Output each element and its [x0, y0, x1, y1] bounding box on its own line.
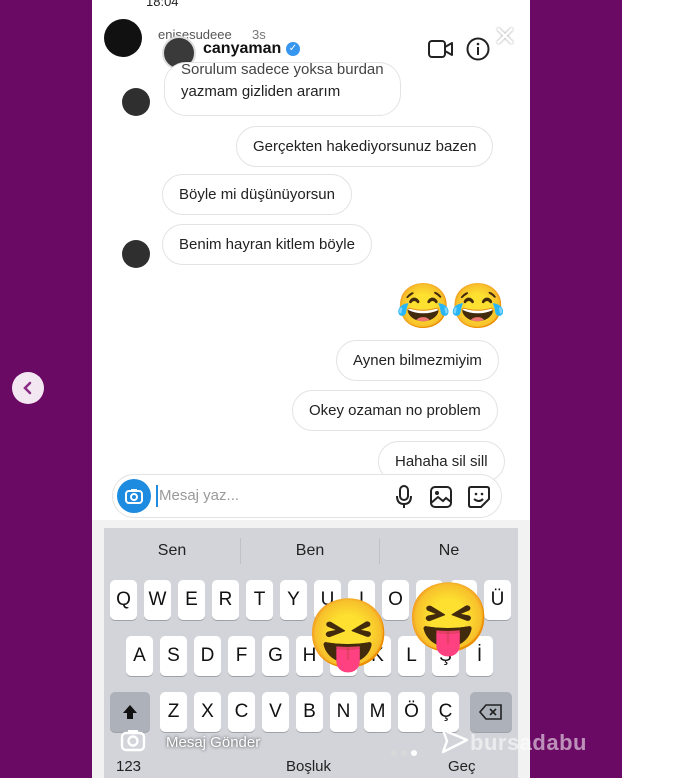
message-text: Okey ozaman no problem [309, 402, 481, 419]
key[interactable]: D [194, 636, 221, 676]
story-avatar [104, 19, 142, 57]
key[interactable]: W [144, 580, 171, 620]
key[interactable]: Q [110, 580, 137, 620]
phone-screenshot: 18:04 enisesudeee 3s ✕ canyaman ✓ Sorulu… [92, 0, 530, 778]
dm-username[interactable]: canyaman [203, 40, 281, 58]
backspace-key[interactable] [470, 692, 512, 732]
message-input[interactable]: Mesaj yaz... [159, 487, 239, 504]
message-bubble: Böyle mi düşünüyorsun [162, 174, 352, 215]
microphone-icon[interactable] [395, 485, 413, 509]
status-time: 18:04 [146, 0, 179, 9]
message-text: Benim hayran kitlem böyle [179, 236, 355, 253]
key[interactable]: R [212, 580, 239, 620]
message-bubble: Benim hayran kitlem böyle [162, 224, 372, 265]
return-key[interactable]: Geç [448, 758, 476, 775]
gallery-icon[interactable] [429, 485, 453, 509]
camera-button[interactable] [117, 479, 151, 513]
backspace-icon [479, 704, 502, 720]
page-margin [622, 0, 700, 778]
key[interactable]: T [246, 580, 273, 620]
info-icon[interactable] [466, 37, 490, 61]
close-icon[interactable]: ✕ [492, 23, 518, 51]
video-call-icon[interactable] [428, 38, 454, 60]
message-text: Hahaha sil sill [395, 453, 488, 470]
page-dots [391, 750, 417, 756]
message-text: Gerçekten hakediyorsunuz bazen [253, 138, 477, 155]
emoji-message: 😂😂 [396, 282, 506, 331]
key[interactable]: E [178, 580, 205, 620]
message-bubble: Sorulum sadece yoksa burdan yazmam gizli… [164, 62, 401, 116]
shift-icon [123, 705, 137, 719]
message-text: Böyle mi düşünüyorsun [179, 186, 335, 203]
message-text: yazmam gizliden ararım [181, 83, 341, 100]
text-caret [156, 485, 158, 507]
sticker-icon[interactable] [467, 485, 491, 509]
previous-story-button[interactable] [12, 372, 44, 404]
key[interactable]: G [262, 636, 289, 676]
key[interactable]: A [126, 636, 153, 676]
message-bubble: Gerçekten hakediyorsunuz bazen [236, 126, 494, 167]
verified-badge-icon: ✓ [286, 42, 300, 56]
suggestion-item[interactable]: Ne [380, 528, 518, 574]
watermark: bursadabu [470, 730, 587, 755]
key[interactable]: S [160, 636, 187, 676]
chat-area: 18:04 enisesudeee 3s ✕ canyaman ✓ Sorulu… [92, 0, 530, 520]
camera-icon [125, 489, 143, 504]
message-bubble: Aynen bilmezmiyim [336, 340, 499, 381]
message-text: Sorulum sadece yoksa burdan [181, 62, 384, 78]
key[interactable]: F [228, 636, 255, 676]
suggestion-item[interactable]: Ben [241, 528, 379, 574]
camera-icon[interactable] [120, 728, 146, 752]
sender-avatar [122, 240, 150, 268]
emoji-sticker: 😝 [306, 596, 391, 672]
message-bubble: Okey ozaman no problem [292, 390, 498, 431]
story-reply-bar[interactable]: Mesaj Gönder [104, 722, 404, 762]
emoji-sticker: 😝 [406, 580, 491, 656]
chevron-left-icon [23, 381, 32, 395]
story-reply-input[interactable]: Mesaj Gönder [166, 734, 260, 751]
key[interactable]: Y [280, 580, 307, 620]
suggestion-item[interactable]: Sen [104, 528, 240, 574]
sender-avatar [122, 88, 150, 116]
message-composer[interactable]: Mesaj yaz... [112, 474, 502, 518]
message-text: Aynen bilmezmiyim [353, 352, 482, 369]
send-icon[interactable] [440, 726, 470, 756]
